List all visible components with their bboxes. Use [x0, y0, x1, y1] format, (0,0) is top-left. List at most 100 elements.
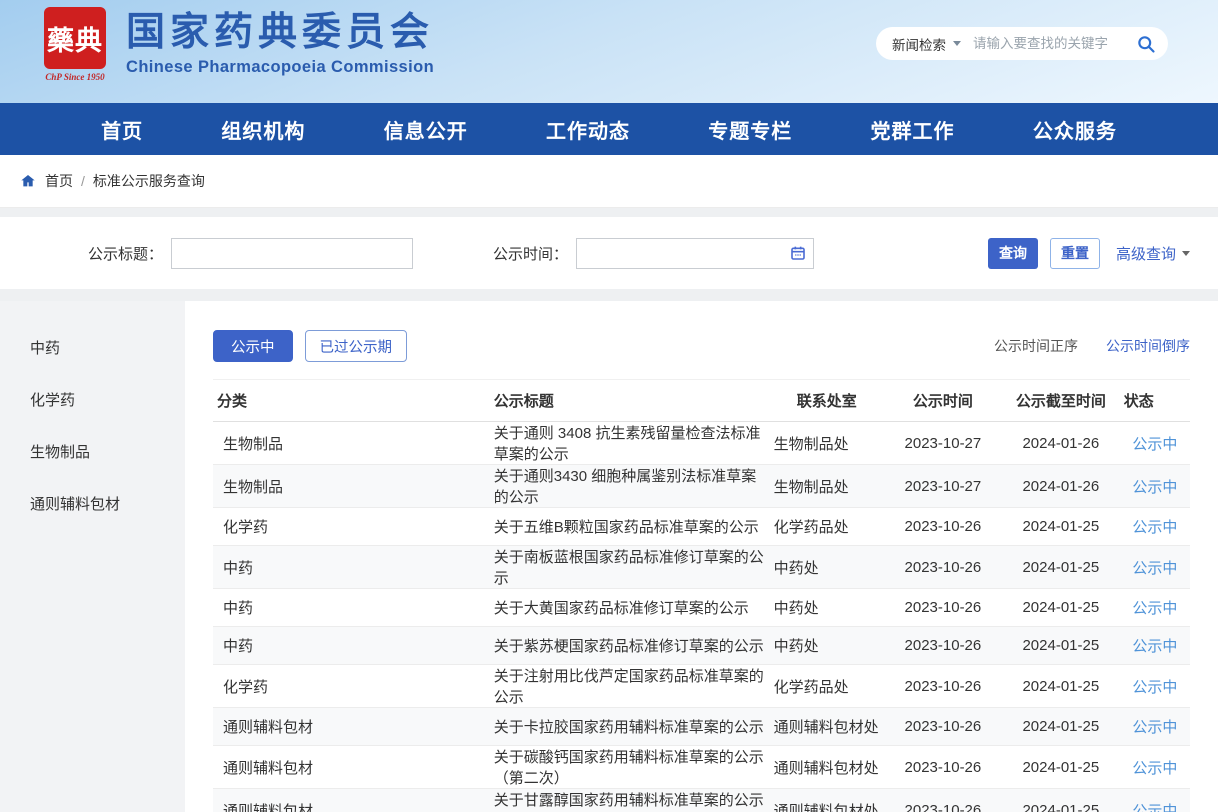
table-row: 生物制品 关于通则3430 细胞种属鉴别法标准草案的公示 生物制品处 2023-… — [213, 465, 1190, 508]
search-icon[interactable] — [1136, 34, 1156, 54]
calendar-icon[interactable] — [790, 245, 806, 261]
time-filter-input[interactable] — [576, 238, 814, 269]
cell-start-date: 2023-10-26 — [884, 508, 1002, 546]
cell-category: 中药 — [213, 546, 490, 589]
status-link[interactable]: 公示中 — [1132, 600, 1177, 617]
cell-start-date: 2023-10-27 — [884, 422, 1002, 465]
announcement-table: 分类公示标题联系处室公示时间公示截至时间状态 生物制品 关于通则 3408 抗生… — [213, 379, 1190, 812]
cell-category: 生物制品 — [213, 422, 490, 465]
announcement-title-link[interactable]: 关于注射用比伐芦定国家药品标准草案的公示 — [494, 668, 764, 706]
nav-items: 首页 组织机构 信息公开 工作动态 专题专栏 党群工作 公众服务 — [0, 115, 1218, 144]
tab-expired-publicity[interactable]: 已过公示期 — [305, 330, 408, 362]
nav-item[interactable]: 公众服务 — [1033, 115, 1117, 144]
status-link[interactable]: 公示中 — [1132, 560, 1177, 577]
cell-office: 通则辅料包材处 — [770, 789, 884, 812]
breadcrumb-home[interactable]: 首页 — [45, 171, 73, 191]
top-search-bar: 新闻检索 — [876, 27, 1168, 60]
announcement-title-link[interactable]: 关于甘露醇国家药用辅料标准草案的公示（第三次） — [494, 792, 764, 812]
cell-start-date: 2023-10-27 — [884, 465, 1002, 508]
column-header: 公示标题 — [490, 380, 770, 422]
sidebar-item[interactable]: 生物制品 — [0, 425, 185, 477]
sidebar-item[interactable]: 中药 — [0, 321, 185, 373]
cell-office: 化学药品处 — [770, 665, 884, 708]
category-sidebar: 中药化学药生物制品通则辅料包材 — [0, 301, 185, 812]
announcement-title-link[interactable]: 关于五维B颗粒国家药品标准草案的公示 — [494, 519, 759, 536]
nav-item[interactable]: 信息公开 — [384, 115, 468, 144]
status-link[interactable]: 公示中 — [1132, 719, 1177, 736]
table-row: 中药 关于紫苏梗国家药品标准修订草案的公示 中药处 2023-10-26 202… — [213, 627, 1190, 665]
filter-card: 公示标题： 公示时间： 查询 重置 高级查询 — [0, 217, 1218, 289]
status-link[interactable]: 公示中 — [1132, 479, 1177, 496]
announcement-title-link[interactable]: 关于紫苏梗国家药品标准修订草案的公示 — [494, 638, 764, 655]
search-category-dropdown[interactable]: 新闻检索 — [892, 34, 961, 54]
cell-start-date: 2023-10-26 — [884, 665, 1002, 708]
nav-item[interactable]: 工作动态 — [546, 115, 630, 144]
cell-category: 通则辅料包材 — [213, 746, 490, 789]
nav-item[interactable]: 党群工作 — [871, 115, 955, 144]
title-filter-input[interactable] — [171, 238, 413, 269]
chevron-down-icon — [953, 41, 961, 46]
time-filter-label: 公示时间： — [493, 243, 568, 264]
cell-end-date: 2024-01-25 — [1002, 627, 1120, 665]
cell-end-date: 2024-01-25 — [1002, 708, 1120, 746]
main-panel: 公示中 已过公示期 公示时间正序 公示时间倒序 分类公示标题联系处室公示时间公示… — [185, 301, 1218, 812]
sidebar-item[interactable]: 化学药 — [0, 373, 185, 425]
seal-caption: ChP Since 1950 — [45, 72, 104, 82]
announcement-title-link[interactable]: 关于碳酸钙国家药用辅料标准草案的公示（第二次） — [494, 749, 764, 787]
cell-office: 通则辅料包材处 — [770, 708, 884, 746]
cell-end-date: 2024-01-26 — [1002, 422, 1120, 465]
cell-end-date: 2024-01-25 — [1002, 589, 1120, 627]
status-link[interactable]: 公示中 — [1132, 760, 1177, 777]
status-link[interactable]: 公示中 — [1132, 679, 1177, 696]
cell-category: 化学药 — [213, 665, 490, 708]
status-link[interactable]: 公示中 — [1132, 519, 1177, 536]
table-row: 化学药 关于注射用比伐芦定国家药品标准草案的公示 化学药品处 2023-10-2… — [213, 665, 1190, 708]
tab-in-publicity[interactable]: 公示中 — [213, 330, 293, 362]
spacer — [0, 208, 1218, 217]
status-link[interactable]: 公示中 — [1132, 436, 1177, 453]
sidebar-item[interactable]: 通则辅料包材 — [0, 477, 185, 529]
table-row: 中药 关于南板蓝根国家药品标准修订草案的公示 中药处 2023-10-26 20… — [213, 546, 1190, 589]
sort-time-desc[interactable]: 公示时间倒序 — [1106, 336, 1190, 356]
search-input[interactable] — [973, 36, 1136, 51]
site-subtitle: Chinese Pharmacopoeia Commission — [126, 58, 434, 77]
announcement-title-link[interactable]: 关于南板蓝根国家药品标准修订草案的公示 — [494, 549, 764, 587]
status-link[interactable]: 公示中 — [1132, 638, 1177, 655]
cell-office: 中药处 — [770, 589, 884, 627]
nav-item[interactable]: 首页 — [101, 115, 143, 144]
cell-start-date: 2023-10-26 — [884, 789, 1002, 812]
pharmacopoeia-seal-icon: 藥典 — [44, 7, 106, 69]
site-title: 国家药典委员会 — [126, 11, 434, 56]
breadcrumb: 首页 / 标准公示服务查询 — [0, 155, 1218, 208]
table-row: 生物制品 关于通则 3408 抗生素残留量检查法标准草案的公示 生物制品处 20… — [213, 422, 1190, 465]
cell-office: 中药处 — [770, 627, 884, 665]
table-row: 通则辅料包材 关于甘露醇国家药用辅料标准草案的公示（第三次） 通则辅料包材处 2… — [213, 789, 1190, 812]
cell-category: 中药 — [213, 589, 490, 627]
logo: 藥典 ChP Since 1950 — [42, 7, 108, 82]
query-button[interactable]: 查询 — [988, 238, 1038, 269]
advanced-query-link[interactable]: 高级查询 — [1116, 243, 1190, 264]
nav-item[interactable]: 专题专栏 — [708, 115, 792, 144]
cell-category: 通则辅料包材 — [213, 789, 490, 812]
announcement-title-link[interactable]: 关于通则 3408 抗生素残留量检查法标准草案的公示 — [494, 425, 761, 463]
content-area: 中药化学药生物制品通则辅料包材 公示中 已过公示期 公示时间正序 公示时间倒序 … — [0, 301, 1218, 812]
sort-time-asc[interactable]: 公示时间正序 — [994, 336, 1078, 356]
cell-office: 中药处 — [770, 546, 884, 589]
cell-category: 化学药 — [213, 508, 490, 546]
cell-office: 生物制品处 — [770, 422, 884, 465]
breadcrumb-separator: / — [81, 173, 85, 189]
title-filter-label: 公示标题： — [88, 243, 163, 264]
nav-item[interactable]: 组织机构 — [221, 115, 305, 144]
home-icon[interactable] — [20, 173, 36, 189]
cell-end-date: 2024-01-25 — [1002, 508, 1120, 546]
cell-office: 通则辅料包材处 — [770, 746, 884, 789]
breadcrumb-current: 标准公示服务查询 — [93, 171, 205, 191]
announcement-title-link[interactable]: 关于通则3430 细胞种属鉴别法标准草案的公示 — [494, 468, 757, 506]
cell-start-date: 2023-10-26 — [884, 746, 1002, 789]
announcement-title-link[interactable]: 关于大黄国家药品标准修订草案的公示 — [494, 600, 749, 617]
table-row: 通则辅料包材 关于卡拉胶国家药用辅料标准草案的公示 通则辅料包材处 2023-1… — [213, 708, 1190, 746]
cell-category: 生物制品 — [213, 465, 490, 508]
announcement-title-link[interactable]: 关于卡拉胶国家药用辅料标准草案的公示 — [494, 719, 764, 736]
status-link[interactable]: 公示中 — [1132, 803, 1177, 812]
reset-button[interactable]: 重置 — [1050, 238, 1100, 269]
